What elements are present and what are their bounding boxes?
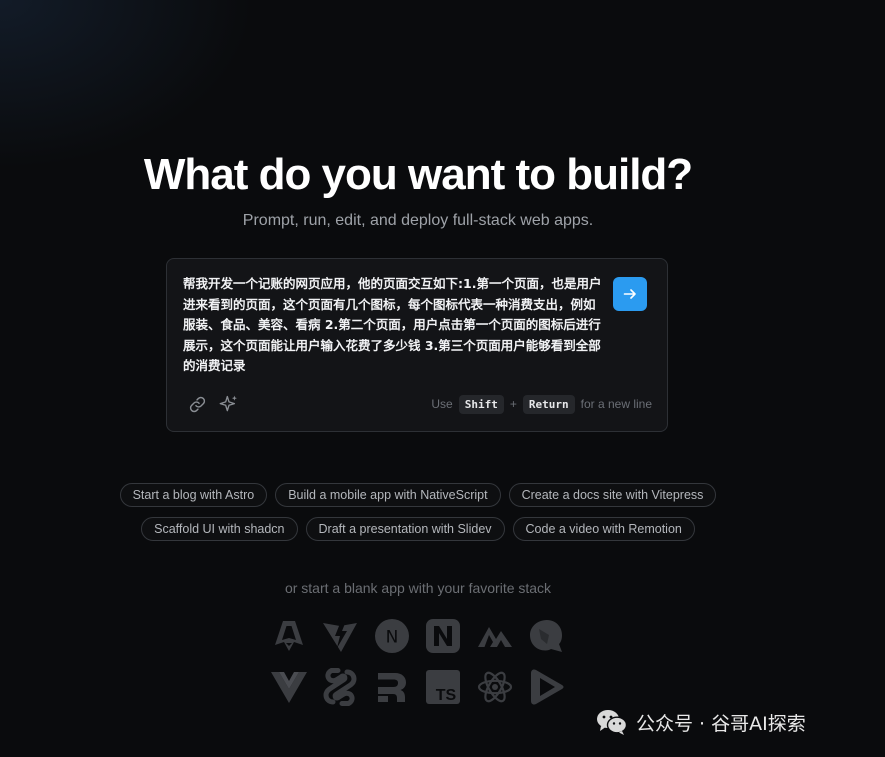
enhance-prompt-button[interactable] xyxy=(218,393,240,415)
analog-icon[interactable] xyxy=(476,617,514,655)
watermark: 公众号 · 谷哥AI探索 xyxy=(596,708,806,736)
hint-suffix: for a new line xyxy=(580,397,652,411)
suggestion-slidev-presentation[interactable]: Draft a presentation with Slidev xyxy=(305,517,505,541)
suggestions-row-1: Start a blog with Astro Build a mobile a… xyxy=(0,483,836,507)
remotion-icon[interactable] xyxy=(527,668,565,706)
arrow-right-icon xyxy=(623,289,636,299)
page-title: What do you want to build? xyxy=(143,150,693,199)
return-key: Return xyxy=(522,394,575,414)
remix-icon[interactable] xyxy=(373,668,411,706)
prompt-input[interactable]: 帮我开发一个记账的网页应用，他的页面交互如下:1.第一个页面，也是用户进来看到的… xyxy=(183,274,607,377)
shift-key: Shift xyxy=(458,394,504,414)
suggestion-nativescript-app[interactable]: Build a mobile app with NativeScript xyxy=(275,483,501,507)
hint-plus: + xyxy=(509,397,517,411)
newline-hint: Use Shift + Return for a new line xyxy=(431,393,652,415)
prompt-box[interactable]: 帮我开发一个记账的网页应用，他的页面交互如下:1.第一个页面，也是用户进来看到的… xyxy=(166,258,668,432)
vite-icon[interactable] xyxy=(321,617,359,655)
send-button[interactable] xyxy=(613,277,647,311)
svelte-icon[interactable] xyxy=(321,668,359,706)
page-subtitle: Prompt, run, edit, and deploy full-stack… xyxy=(242,212,594,229)
blank-app-label: or start a blank app with your favorite … xyxy=(284,580,552,596)
attach-link-button[interactable] xyxy=(186,393,208,415)
hint-use: Use xyxy=(431,397,453,411)
suggestion-vitepress-docs[interactable]: Create a docs site with Vitepress xyxy=(508,483,717,507)
app-root: What do you want to build? Prompt, run, … xyxy=(0,0,885,757)
next-icon-letter: N xyxy=(386,628,399,648)
next-icon[interactable]: N xyxy=(373,617,411,655)
typescript-icon[interactable]: TS xyxy=(424,668,462,706)
astro-icon[interactable] xyxy=(270,617,308,655)
link-icon xyxy=(189,396,205,412)
react-icon[interactable] xyxy=(476,668,514,706)
suggestion-remotion-video[interactable]: Code a video with Remotion xyxy=(512,517,695,541)
nuxt-icon[interactable] xyxy=(424,617,462,655)
watermark-text: 公众号 · 谷哥AI探索 xyxy=(636,712,806,735)
sparkle-icon xyxy=(219,395,237,412)
wechat-icon xyxy=(597,710,628,735)
qwik-icon[interactable] xyxy=(527,617,565,655)
vue-icon[interactable] xyxy=(270,668,308,706)
suggestions-row-2: Scaffold UI with shadcn Draft a presenta… xyxy=(0,517,836,541)
suggestion-shadcn-ui[interactable]: Scaffold UI with shadcn xyxy=(141,517,298,541)
suggestion-astro-blog[interactable]: Start a blog with Astro xyxy=(119,483,268,507)
typescript-icon-text: TS xyxy=(436,687,457,704)
